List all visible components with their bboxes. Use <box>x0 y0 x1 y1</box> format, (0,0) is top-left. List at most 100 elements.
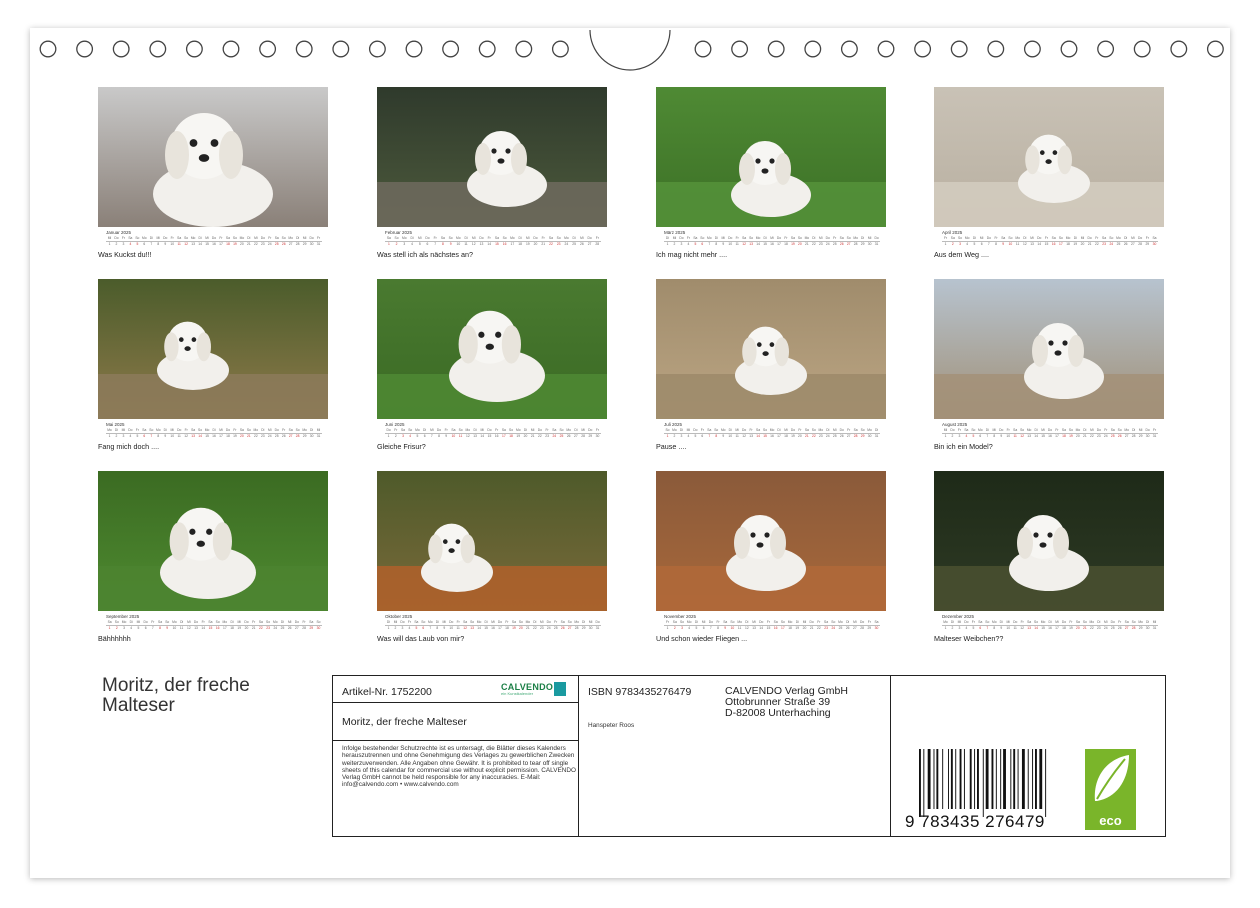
day-row: 1 2 3 4 5 6 7 8 9 10 11 12 13 14 15 16 17 18 19 20 21 22 23 24 2… <box>387 242 600 246</box>
month-page: Februar 2025 Sa So Mo Di Mi Do Fr Sa So Mo Di Mi Do Fr… <box>377 87 607 262</box>
barcode-bar <box>936 749 939 809</box>
barcode-digits: 9 783435 276479 <box>905 812 1045 831</box>
barcode-bar <box>1045 749 1047 817</box>
barcode-bar <box>985 749 989 809</box>
dog-photo <box>656 87 886 227</box>
info-col-left: Artikel-Nr. 1752200 CALVENDO ein Kunstka… <box>333 676 579 836</box>
calendar-rule <box>106 241 322 242</box>
binding-hole <box>185 40 203 58</box>
binding-hole <box>1097 40 1115 58</box>
barcode-bar <box>1039 749 1043 809</box>
binding-hole <box>405 40 423 58</box>
month-page: April 2025 Fr Sa So Mo Di Mi Do Fr Sa So Mo Di Mi Do Fr… <box>934 87 1164 262</box>
weekday-row: Fr Sa So Mo Di Mi Do Fr Sa So Mo Di Mi Do Fr Sa So Mo Di Mi… <box>944 236 1157 240</box>
photo-frame <box>98 87 328 227</box>
binding-hole <box>295 40 313 58</box>
barcode-bar <box>977 749 979 809</box>
day-row: 1 2 3 4 5 6 7 8 9 10 11 12 13 14 15 16 17 18 19 20 21 22 23 24 2… <box>666 626 879 630</box>
info-title: Moritz, der freche Malteser <box>342 716 467 728</box>
publisher-address: CALVENDO Verlag GmbH Ottobrunner Straße … <box>725 686 848 719</box>
month-page: September 2025 Sa So Mo Di Mi Do Fr Sa So Mo Di Mi Do… <box>98 471 328 646</box>
month-page: November 2025 Fr Sa So Mo Di Mi Do Fr Sa So Mo Di Mi D… <box>656 471 886 646</box>
day-row: 1 2 3 4 5 6 7 8 9 10 11 12 13 14 15 16 17 18 19 20 21 22 23 24 2… <box>944 434 1157 438</box>
binding-hole <box>1060 40 1078 58</box>
info-col-middle: ISBN 9783435276479 Hanspeter Roos CALVEN… <box>579 676 891 836</box>
weekday-row: Di Mi Do Fr Sa So Mo Di Mi Do Fr Sa So Mo Di Mi Do Fr Sa So… <box>665 236 879 240</box>
barcode-bar <box>963 749 965 809</box>
calendar-rule <box>942 625 1158 626</box>
day-row: 1 2 3 4 5 6 7 8 9 10 11 12 13 14 15 16 17 18 19 20 21 22 23 24 2… <box>944 626 1157 630</box>
month-page: Oktober 2025 Di Mi Do Fr Sa So Mo Di Mi Do Fr Sa So Mo… <box>377 471 607 646</box>
photo-frame <box>656 87 886 227</box>
photo-frame <box>934 279 1164 419</box>
publisher-city: D-82008 Unterhaching <box>725 707 831 719</box>
calvendo-logo: CALVENDO ein Kunstkalender <box>501 682 566 696</box>
photo-frame <box>934 87 1164 227</box>
eco-label: eco <box>1099 813 1122 828</box>
binding-hole <box>767 40 785 58</box>
photo-caption: Und schon wieder Fliegen ... <box>656 634 748 643</box>
weekday-row: Mo Di Mi Do Fr Sa So Mo Di Mi Do Fr Sa So Mo Di Mi Do Fr Sa… <box>943 620 1157 624</box>
photo-caption: Bin ich ein Model? <box>934 442 993 451</box>
barcode-bar <box>1003 749 1006 809</box>
photo-caption: Was Kuckst du!!! <box>98 250 152 259</box>
calendar-rule <box>106 433 322 434</box>
day-row: 1 2 3 4 5 6 7 8 9 10 11 12 13 14 15 16 17 18 19 20 21 22 23 24 2… <box>387 434 600 438</box>
day-row: 1 2 3 4 5 6 7 8 9 10 11 12 13 14 15 16 17 18 19 20 21 22 23 24 2… <box>666 242 879 246</box>
barcode-bar <box>950 749 953 809</box>
weekday-row: Mo Di Mi Do Fr Sa So Mo Di Mi Do Fr Sa So Mo Di Mi Do Fr Sa… <box>107 428 321 432</box>
barcode-bar <box>991 749 994 809</box>
calendar-rule <box>664 241 880 242</box>
month-page: März 2025 Di Mi Do Fr Sa So Mo Di Mi Do Fr Sa So Mo Di M… <box>656 87 886 262</box>
photo-caption: Was will das Laub von mir? <box>377 634 465 643</box>
day-row: 1 2 3 4 5 6 7 8 9 10 11 12 13 14 15 16 17 18 19 20 21 22 23 24 2… <box>108 242 321 246</box>
photo-frame <box>377 279 607 419</box>
dog-photo <box>98 87 328 227</box>
barcode-bar <box>995 749 997 809</box>
binding-hole <box>694 40 712 58</box>
photo-frame <box>377 471 607 611</box>
month-label: Dezember 2025 <box>942 614 975 619</box>
binding-hole <box>222 40 240 58</box>
month-page: Juli 2025 So Mo Di Mi Do Fr Sa So Mo Di Mi Do Fr Sa So M… <box>656 279 886 454</box>
photo-frame <box>934 471 1164 611</box>
dog-photo <box>98 471 328 611</box>
binding-hole <box>76 40 94 58</box>
barcode-bar <box>927 749 931 809</box>
binding-hole <box>478 40 496 58</box>
barcode-bar <box>1010 749 1012 809</box>
binding-hole <box>551 40 569 58</box>
binding-hole <box>950 40 968 58</box>
binding-hole <box>259 40 277 58</box>
binding-hole <box>987 40 1005 58</box>
dog-photo <box>934 279 1164 419</box>
binding-hole <box>332 40 350 58</box>
month-label: August 2025 <box>942 422 968 427</box>
binding-hole <box>914 40 932 58</box>
dog-photo <box>656 279 886 419</box>
barcode-bar <box>923 749 925 817</box>
dog-photo <box>98 279 328 419</box>
barcode-bar <box>1000 749 1002 809</box>
month-page: Januar 2025 Mi Do Fr Sa So Mo Di Mi Do Fr Sa So Mo Di M… <box>98 87 328 262</box>
barcode-bar <box>1035 749 1037 809</box>
photo-frame <box>656 471 886 611</box>
weekday-row: Do Fr Sa So Mo Di Mi Do Fr Sa So Mo Di Mi Do Fr Sa So Mo Di… <box>386 428 600 432</box>
hanger-cutout <box>589 29 671 71</box>
month-label: Oktober 2025 <box>385 614 413 619</box>
binding-hole <box>731 40 749 58</box>
barcode-bar <box>1032 749 1034 809</box>
month-label: Mai 2025 <box>106 422 125 427</box>
barcode-bar <box>974 749 976 809</box>
day-row: 1 2 3 4 5 6 7 8 9 10 11 12 13 14 15 16 17 18 19 20 21 22 23 24 2… <box>666 434 879 438</box>
month-page: Juni 2025 Do Fr Sa So Mo Di Mi Do Fr Sa So Mo Di Mi Do F… <box>377 279 607 454</box>
photo-caption: Fang mich doch .... <box>98 442 160 451</box>
binding-hole <box>804 40 822 58</box>
photo-frame <box>98 279 328 419</box>
dog-photo <box>934 87 1164 227</box>
barcode-bar <box>959 749 962 809</box>
calvendo-mark-icon <box>554 682 566 696</box>
calendar-rule <box>664 625 880 626</box>
dog-photo <box>656 471 886 611</box>
dog-photo <box>377 87 607 227</box>
